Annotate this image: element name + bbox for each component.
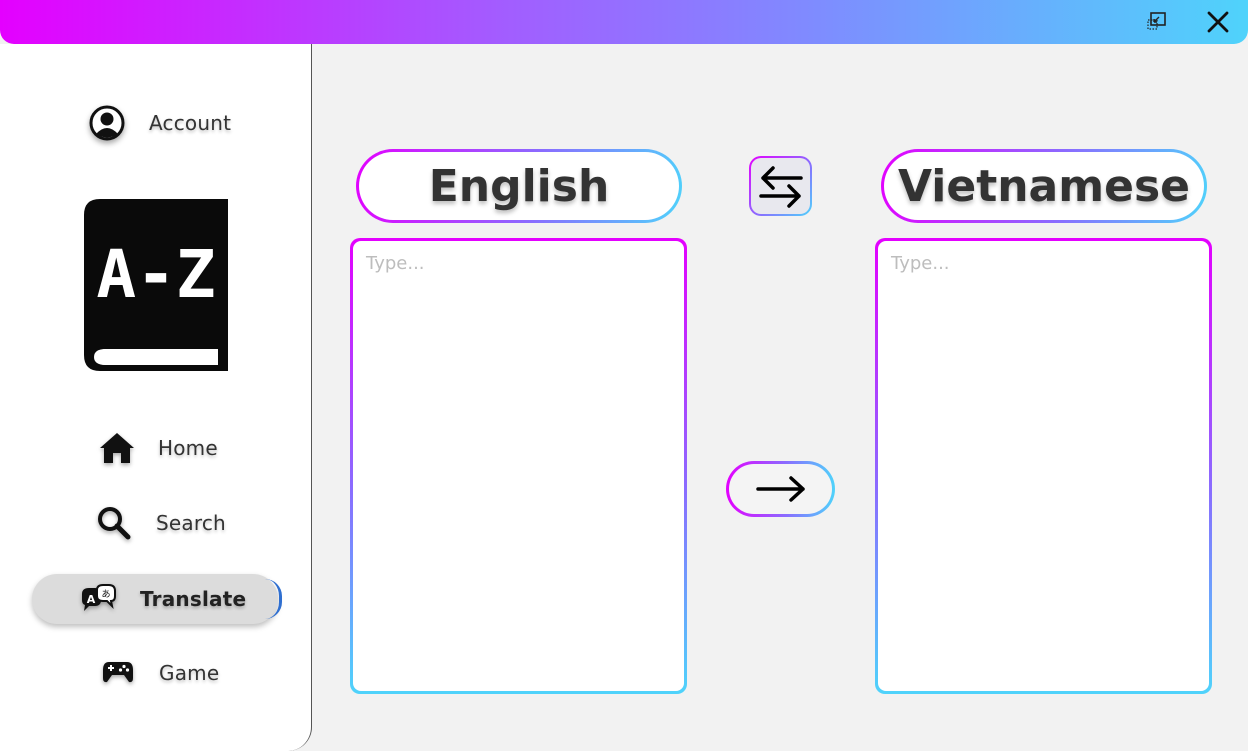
search-icon	[95, 504, 133, 542]
close-button[interactable]	[1204, 8, 1232, 36]
swap-arrows-icon	[758, 166, 803, 208]
app-logo: A-Z	[84, 199, 230, 371]
translate-button[interactable]	[726, 461, 835, 517]
source-language-label: English	[359, 152, 679, 220]
svg-text:あ: あ	[101, 589, 110, 600]
sidebar-item-label: Game	[159, 661, 220, 685]
account-icon	[88, 104, 126, 142]
gamepad-icon	[102, 660, 134, 684]
arrow-right-icon	[755, 476, 805, 502]
translate-icon: A あ	[79, 584, 117, 614]
sidebar-item-label: Home	[158, 436, 218, 460]
target-language-selector[interactable]: Vietnamese	[881, 149, 1207, 223]
title-bar	[0, 0, 1248, 44]
swap-languages-button[interactable]	[749, 156, 812, 216]
target-language-label: Vietnamese	[884, 152, 1204, 220]
restore-window-icon	[1147, 12, 1166, 30]
sidebar-item-search[interactable]: Search	[0, 498, 312, 548]
close-icon	[1207, 11, 1229, 33]
account-label: Account	[149, 111, 232, 135]
sidebar-item-label: Translate	[140, 587, 247, 611]
sidebar-item-translate[interactable]: A あ Translate	[0, 574, 312, 624]
source-language-selector[interactable]: English	[356, 149, 682, 223]
account-button[interactable]: Account	[0, 98, 312, 148]
restore-window-button[interactable]	[1143, 8, 1171, 36]
source-text-box	[350, 238, 687, 694]
logo-text: A-Z	[96, 236, 215, 313]
sidebar-item-game[interactable]: Game	[0, 648, 312, 698]
source-text-input[interactable]	[353, 241, 684, 691]
target-text-box	[875, 238, 1212, 694]
sidebar: Account A-Z Home Search A あ Translate Ga…	[0, 44, 312, 751]
svg-text:A: A	[87, 593, 96, 606]
home-icon	[98, 429, 136, 467]
sidebar-item-label: Search	[156, 511, 226, 535]
sidebar-item-home[interactable]: Home	[0, 423, 312, 473]
target-text-output[interactable]	[878, 241, 1209, 691]
